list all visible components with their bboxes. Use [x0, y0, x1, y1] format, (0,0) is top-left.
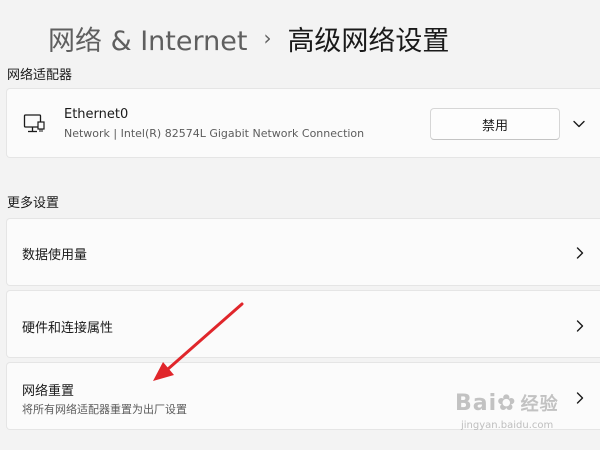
chevron-down-icon[interactable]: [572, 117, 586, 131]
breadcrumb-parent-link[interactable]: 网络 & Internet: [48, 19, 247, 58]
disable-adapter-button[interactable]: 禁用: [430, 108, 560, 140]
ethernet-monitor-icon: [23, 114, 45, 133]
settings-row-label: 硬件和连接属性: [22, 321, 114, 336]
watermark-url: jingyan.baidu.com: [461, 420, 554, 431]
chevron-right-icon: [576, 247, 584, 259]
settings-row-sublabel: 将所有网络适配器重置为出厂设置: [22, 403, 187, 416]
breadcrumb: 网络 & Internet › 高级网络设置: [48, 18, 449, 58]
section-title-more-settings: 更多设置: [7, 196, 60, 211]
settings-row-label: 数据使用量: [22, 248, 88, 263]
baidu-watermark: Bai✿ 经验 jingyan.baidu.com: [455, 390, 595, 445]
watermark-brand: Bai✿ 经验: [455, 391, 559, 416]
adapter-description: Network | Intel(R) 82574L Gigabit Networ…: [64, 127, 365, 140]
page-title: 高级网络设置: [287, 25, 450, 57]
settings-row-label: 网络重置: [22, 384, 75, 399]
section-title-network-adapters: 网络适配器: [7, 68, 73, 83]
chevron-right-icon: [576, 320, 584, 332]
adapter-name: Ethernet0: [64, 107, 129, 122]
settings-row-data-usage[interactable]: 数据使用量: [6, 218, 600, 286]
settings-row-hardware-properties[interactable]: 硬件和连接属性: [6, 290, 600, 358]
paw-icon: ✿: [497, 391, 517, 416]
breadcrumb-separator: ›: [263, 26, 272, 50]
adapter-card-ethernet0[interactable]: Ethernet0 Network | Intel(R) 82574L Giga…: [6, 88, 600, 158]
